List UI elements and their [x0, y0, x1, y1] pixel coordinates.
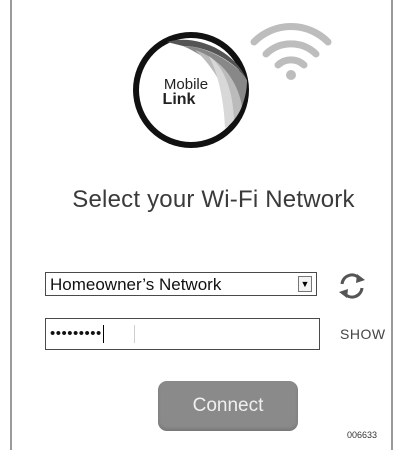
mobile-link-logo: Mobile Link [129, 28, 253, 152]
show-password-link[interactable]: SHOW [340, 326, 386, 342]
page-title: Select your Wi-Fi Network [72, 186, 355, 213]
network-select-value: Homeowner’s Network [50, 275, 222, 294]
password-field[interactable]: ••••••••• [45, 318, 320, 350]
password-value: ••••••••• [50, 325, 102, 342]
ghost-cursor [134, 325, 135, 343]
figure-reference: 006633 [347, 430, 378, 440]
wifi-setup-screen: Mobile Link Select your Wi-Fi Network Ho… [10, 0, 393, 450]
logo-text: Mobile Link [129, 77, 253, 108]
connect-button[interactable]: Connect [158, 381, 298, 431]
wifi-icon [250, 12, 332, 84]
network-select[interactable]: Homeowner’s Network ▼ [45, 272, 317, 296]
logo-mobile-text: Mobile [163, 76, 209, 93]
text-cursor [102, 325, 104, 344]
logo-link-text: Link [162, 91, 196, 108]
chevron-down-icon[interactable]: ▼ [298, 276, 312, 292]
refresh-icon[interactable] [335, 269, 369, 303]
